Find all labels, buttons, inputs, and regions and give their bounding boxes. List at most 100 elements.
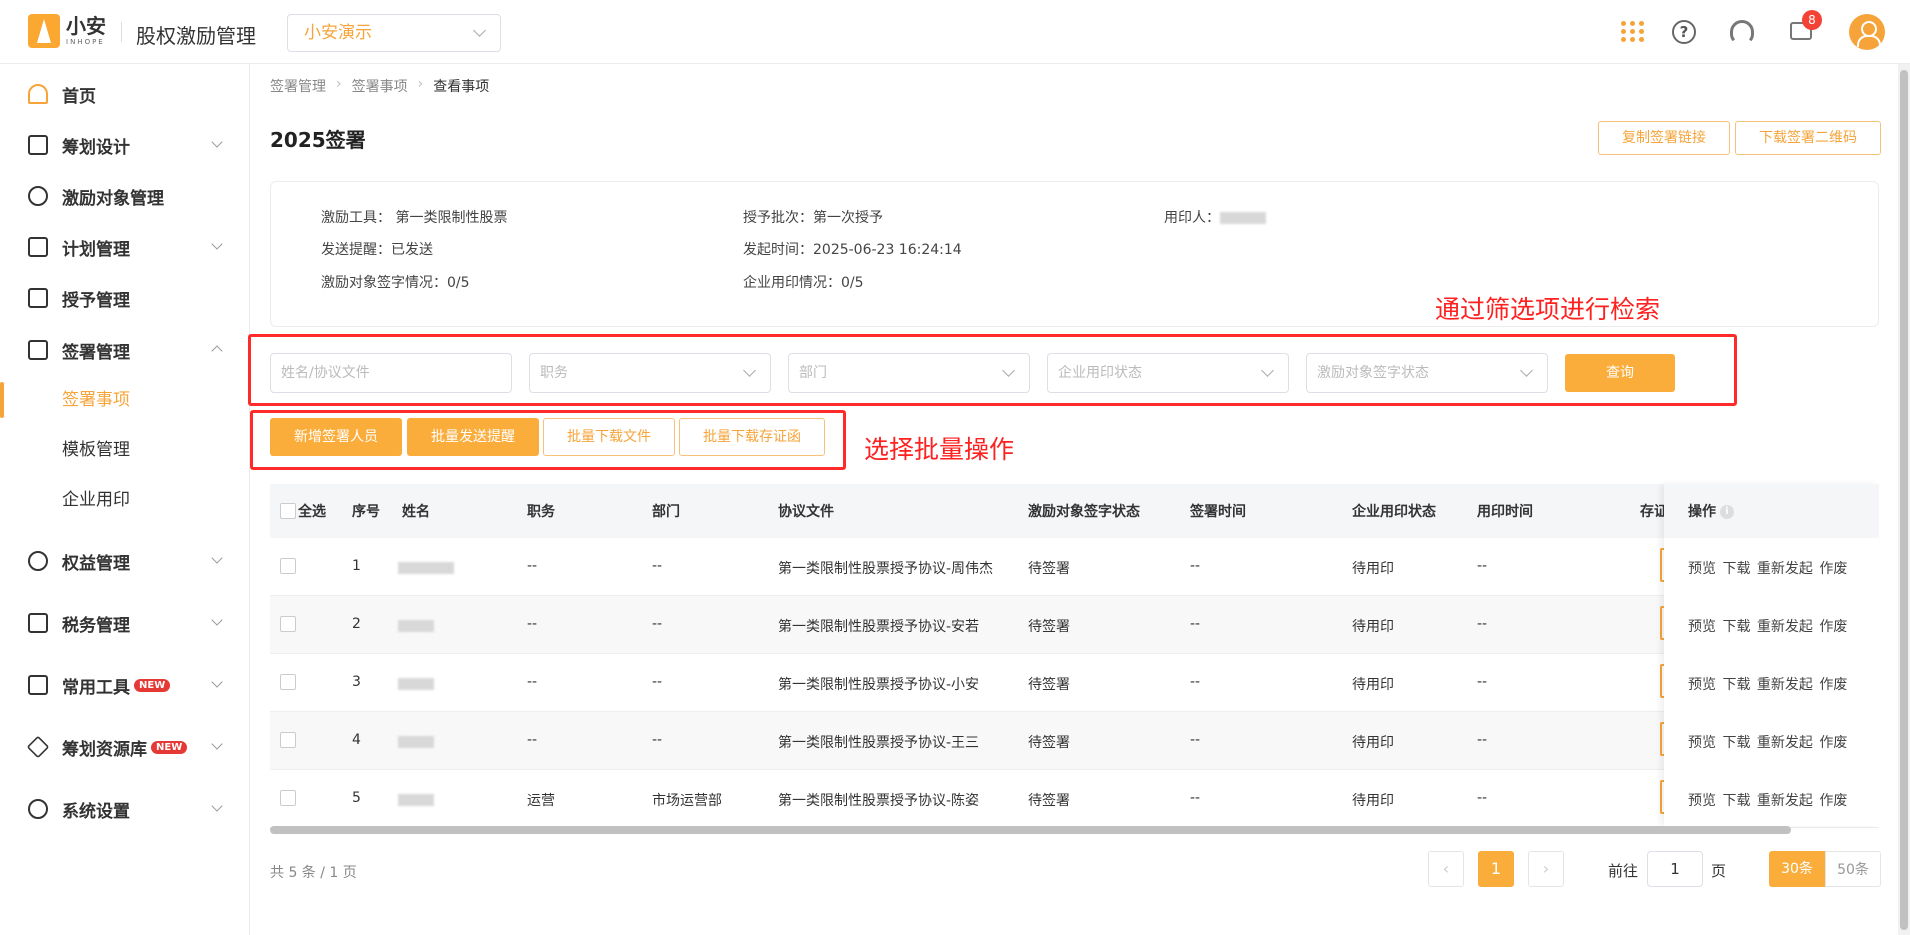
customer-service-icon[interactable]	[1730, 20, 1754, 44]
page-1-button[interactable]: 1	[1478, 851, 1514, 887]
batch-send-reminder-button[interactable]: 批量发送提醒	[407, 418, 539, 456]
vertical-scrollbar[interactable]	[1898, 64, 1910, 935]
row-file[interactable]: 第一类限制性股票授予协议-小安	[778, 674, 979, 694]
table-header: 全选 序号 姓名 职务 部门 协议文件 激励对象签字状态 签署时间 企业用印状态…	[270, 484, 1879, 538]
info-icon[interactable]: i	[1720, 505, 1734, 519]
logo[interactable]: 小安 INHOPE	[28, 14, 106, 48]
chevron-down-icon	[211, 738, 223, 750]
redacted-name	[398, 618, 434, 634]
sidebar-item-equity-management[interactable]: 权益管理	[0, 536, 249, 586]
row-no: 5	[352, 790, 361, 806]
row-no: 1	[352, 558, 361, 574]
logo-subtitle: INHOPE	[66, 38, 105, 46]
sidebar-item-common-tools[interactable]: 常用工具 NEW	[0, 660, 249, 710]
col-department: 部门	[652, 504, 680, 520]
next-page-button[interactable]: ›	[1528, 851, 1564, 887]
row-ops[interactable]: 预览 下载 重新发起 作废	[1688, 616, 1847, 636]
main-content: 签署管理 › 签署事项 › 查看事项 2025签署 复制签署链接 下载签署二维码…	[248, 64, 1910, 935]
help-icon[interactable]: ?	[1672, 20, 1696, 44]
name-file-search-placeholder: 姓名/协议文件	[281, 365, 370, 381]
col-select-all: 全选	[298, 504, 326, 520]
row-position: 运营	[527, 793, 555, 809]
row-file[interactable]: 第一类限制性股票授予协议-王三	[778, 732, 979, 752]
row-sign-time: --	[1190, 790, 1201, 806]
sidebar-item-label: 常用工具	[62, 677, 130, 698]
row-checkbox[interactable]	[280, 674, 296, 690]
table-row: 3 -- -- 第一类限制性股票授予协议-小安 待签署 -- 待用印 --	[270, 654, 1879, 712]
chevron-down-icon	[1520, 364, 1533, 377]
sidebar-item-incentive-targets[interactable]: 激励对象管理	[0, 171, 249, 221]
batch-download-files-button[interactable]: 批量下载文件	[543, 418, 675, 456]
row-ops[interactable]: 预览 下载 重新发起 作废	[1688, 674, 1847, 694]
info-seal-user-label: 用印人：	[1164, 210, 1220, 226]
chevron-right-icon: ›	[336, 76, 342, 92]
row-file[interactable]: 第一类限制性股票授予协议-陈姿	[778, 790, 979, 810]
row-department: --	[652, 732, 663, 748]
row-sign-time: --	[1190, 674, 1201, 690]
row-sign-status: 待签署	[1028, 735, 1070, 751]
goto-label: 前往	[1608, 862, 1639, 880]
copy-sign-link-button[interactable]: 复制签署链接	[1598, 121, 1730, 155]
prev-page-button[interactable]: ‹	[1428, 851, 1464, 887]
sidebar-item-grant-management[interactable]: 授予管理	[0, 273, 249, 323]
col-sign-status: 激励对象签字状态	[1028, 504, 1140, 520]
redacted-name	[1220, 212, 1266, 224]
redacted-name	[398, 560, 454, 576]
query-button[interactable]: 查询	[1565, 354, 1675, 392]
add-signer-button[interactable]: 新增签署人员	[270, 418, 402, 456]
chevron-down-icon	[473, 24, 486, 37]
grant-icon	[28, 288, 48, 308]
avatar[interactable]	[1849, 14, 1885, 50]
goto-page-input[interactable]: 1	[1647, 851, 1703, 887]
sidebar-item-resource-library[interactable]: 筹划资源库 NEW	[0, 722, 249, 772]
sidebar: 首页 筹划设计 激励对象管理 计划管理 授予管理 签署管理 签署事项 模板管理 …	[0, 64, 250, 935]
breadcrumb-item[interactable]: 签署管理	[270, 76, 326, 96]
sidebar-subitem-company-seal[interactable]: 企业用印	[0, 476, 249, 524]
sidebar-subitem-signing-matters[interactable]: 签署事项	[0, 376, 249, 424]
sidebar-item-home[interactable]: 首页	[0, 69, 249, 119]
sidebar-item-planning-design[interactable]: 筹划设计	[0, 120, 249, 170]
row-department: 市场运营部	[652, 793, 722, 809]
breadcrumb-item[interactable]: 签署事项	[352, 76, 408, 96]
sign-status-select[interactable]: 激励对象签字状态	[1306, 353, 1548, 393]
redacted-name	[398, 734, 434, 750]
row-checkbox[interactable]	[280, 790, 296, 806]
position-select[interactable]: 职务	[529, 353, 771, 393]
info-start-time: 发起时间：2025-06-23 16:24:14	[743, 242, 962, 258]
seal-status-select[interactable]: 企业用印状态	[1047, 353, 1289, 393]
chevron-down-icon	[743, 364, 756, 377]
message-badge: 8	[1802, 10, 1822, 30]
sidebar-item-plan-management[interactable]: 计划管理	[0, 222, 249, 272]
row-ops[interactable]: 预览 下载 重新发起 作废	[1688, 790, 1847, 810]
breadcrumb-current: 查看事项	[433, 79, 490, 95]
sidebar-item-system-settings[interactable]: 系统设置	[0, 784, 249, 834]
row-checkbox[interactable]	[280, 616, 296, 632]
apps-grid-icon[interactable]	[1618, 16, 1648, 46]
select-all-checkbox[interactable]	[280, 503, 296, 519]
name-file-search-input[interactable]: 姓名/协议文件	[270, 353, 512, 393]
batch-download-certs-button[interactable]: 批量下载存证函	[679, 418, 825, 456]
row-sign-status: 待签署	[1028, 619, 1070, 635]
chevron-down-icon	[211, 238, 223, 250]
row-department: --	[652, 616, 663, 632]
page-size-30-button[interactable]: 30条	[1769, 851, 1825, 887]
layers-icon	[26, 735, 50, 759]
equity-icon	[28, 551, 48, 571]
department-select[interactable]: 部门	[788, 353, 1030, 393]
sidebar-subitem-templates[interactable]: 模板管理	[0, 426, 249, 474]
row-checkbox[interactable]	[280, 732, 296, 748]
sidebar-item-tax-management[interactable]: 税务管理	[0, 598, 249, 648]
row-ops[interactable]: 预览 下载 重新发起 作废	[1688, 558, 1847, 578]
page-size-50-button[interactable]: 50条	[1825, 851, 1881, 887]
download-qr-button[interactable]: 下载签署二维码	[1735, 121, 1881, 155]
row-checkbox[interactable]	[280, 558, 296, 574]
row-ops[interactable]: 预览 下载 重新发起 作废	[1688, 732, 1847, 752]
company-select[interactable]: 小安演示	[287, 14, 501, 52]
row-file[interactable]: 第一类限制性股票授予协议-周伟杰	[778, 558, 993, 578]
horizontal-scrollbar[interactable]	[270, 826, 1791, 834]
sidebar-item-signing-management[interactable]: 签署管理	[0, 325, 249, 375]
row-file[interactable]: 第一类限制性股票授予协议-安若	[778, 616, 979, 636]
col-position: 职务	[527, 504, 555, 520]
col-file: 协议文件	[778, 504, 834, 520]
row-seal-status: 待用印	[1352, 561, 1394, 577]
